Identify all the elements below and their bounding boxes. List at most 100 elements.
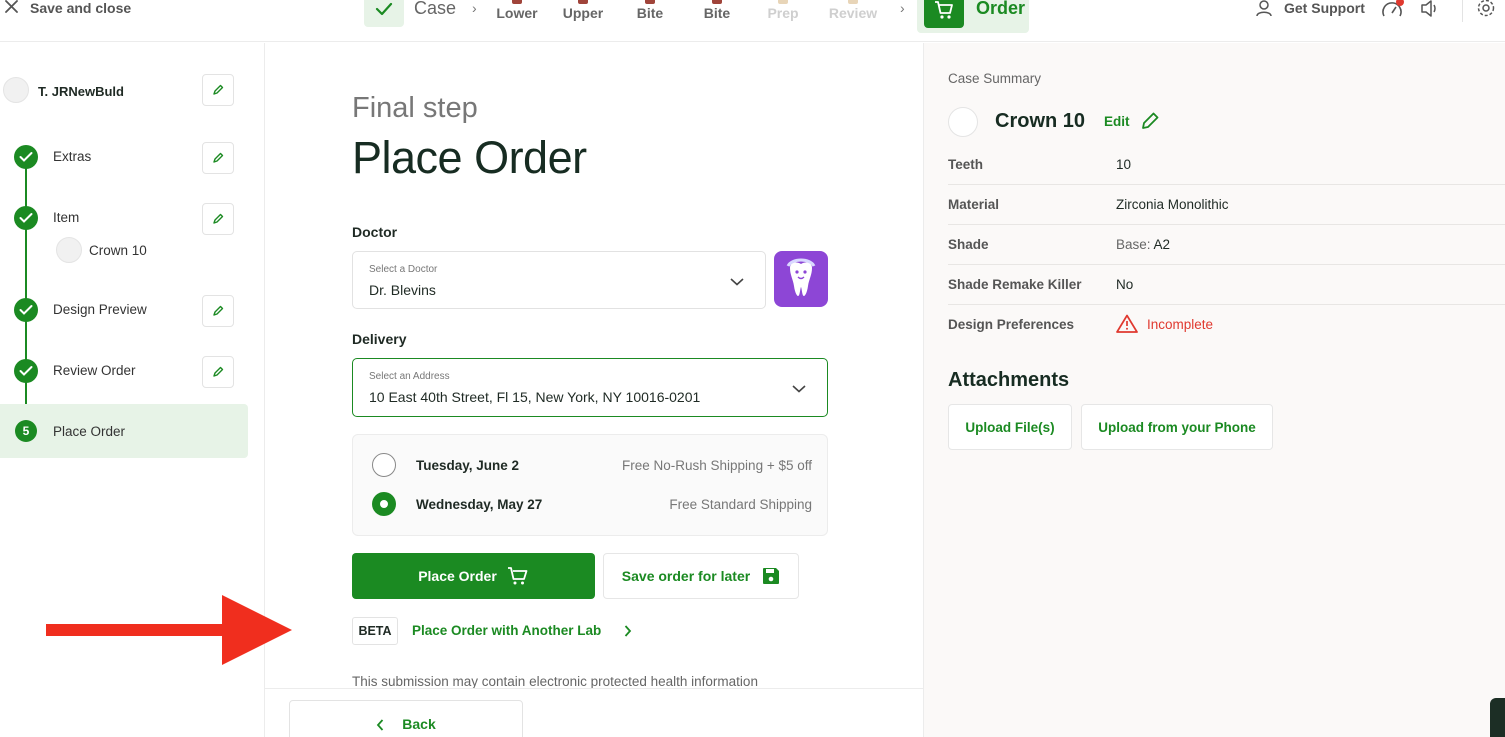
summary-key: Design Preferences xyxy=(948,317,1075,332)
edit-item-button[interactable] xyxy=(202,203,234,235)
edit-design-preview-button[interactable] xyxy=(202,295,234,327)
upload-files-button[interactable]: Upload File(s) xyxy=(948,404,1072,450)
design-preferences-status[interactable]: Incomplete xyxy=(1147,317,1213,332)
address-select-caption: Select an Address xyxy=(369,371,450,382)
case-name: T. JRNewBuld xyxy=(38,84,124,99)
tooth-avatar xyxy=(56,237,82,263)
step-case-label[interactable]: Case xyxy=(414,0,456,19)
summary-row-material: Material Zirconia Monolithic xyxy=(948,185,1505,225)
tooth-icon xyxy=(774,251,828,307)
top-bar xyxy=(0,0,1505,42)
step-prep[interactable]: Prep xyxy=(760,0,806,21)
save-icon xyxy=(763,568,780,584)
step-number-badge: 5 xyxy=(15,420,37,442)
doctor-select-caption: Select a Doctor xyxy=(369,264,438,275)
warning-icon xyxy=(1116,314,1138,333)
attachments-title: Attachments xyxy=(948,369,1070,391)
doctor-select[interactable]: Select a Doctor Dr. Blevins xyxy=(352,251,766,309)
summary-row-shade: Shade Base: A2 xyxy=(948,225,1505,265)
speaker-icon[interactable] xyxy=(1420,0,1440,17)
pencil-icon[interactable] xyxy=(1141,112,1159,130)
sidebar-item-extras[interactable]: Extras xyxy=(53,149,91,164)
shipping-date-1[interactable]: Tuesday, June 2 xyxy=(416,458,519,473)
upload-from-phone-button[interactable]: Upload from your Phone xyxy=(1081,404,1273,450)
summary-key: Shade xyxy=(948,237,989,252)
edit-review-order-button[interactable] xyxy=(202,356,234,388)
step-done-check-icon xyxy=(14,298,38,322)
doctor-label: Doctor xyxy=(352,224,398,240)
shipping-radio-1[interactable] xyxy=(372,453,396,477)
step-bite-1[interactable]: Bite xyxy=(627,0,673,21)
phi-disclaimer: This submission may contain electronic p… xyxy=(352,674,758,689)
sidebar-item-item[interactable]: Item xyxy=(53,210,79,225)
save-for-later-button[interactable]: Save order for later xyxy=(603,553,799,599)
shipping-options xyxy=(352,434,828,536)
address-select[interactable]: Select an Address 10 East 40th Street, F… xyxy=(352,358,828,417)
pre-title: Final step xyxy=(352,92,478,124)
delivery-label: Delivery xyxy=(352,331,407,347)
sidebar-sub-item-crown[interactable]: Crown 10 xyxy=(89,243,147,258)
get-support-link[interactable]: Get Support xyxy=(1284,0,1365,16)
shipping-radio-2[interactable] xyxy=(372,492,396,516)
close-icon[interactable] xyxy=(4,0,20,16)
chevron-left-icon xyxy=(377,719,384,731)
case-summary-heading: Case Summary xyxy=(948,71,1042,86)
toolbar-divider xyxy=(1462,0,1463,22)
step-upper[interactable]: Upper xyxy=(560,0,606,21)
chevron-right-icon[interactable] xyxy=(624,625,632,637)
cart-icon xyxy=(507,567,528,585)
tooth-avatar xyxy=(3,77,29,103)
chevron-down-icon xyxy=(730,278,744,286)
summary-value: Zirconia Monolithic xyxy=(1116,197,1229,212)
save-and-close-link[interactable]: Save and close xyxy=(30,0,131,16)
speedometer-icon[interactable] xyxy=(1381,0,1405,18)
summary-key: Teeth xyxy=(948,157,984,172)
summary-key: Material xyxy=(948,197,1000,212)
summary-edit-link[interactable]: Edit xyxy=(1104,114,1130,129)
step-done-check-icon xyxy=(14,145,38,169)
summary-item-title: Crown 10 xyxy=(995,110,1086,132)
place-order-button[interactable]: Place Order xyxy=(352,553,595,599)
chevron-right-icon: › xyxy=(900,0,905,16)
pencil-icon xyxy=(213,366,224,377)
pencil-icon xyxy=(213,152,224,163)
shipping-date-2[interactable]: Wednesday, May 27 xyxy=(416,497,542,512)
summary-row-design-preferences: Design Preferences Incomplete xyxy=(948,305,1505,345)
shipping-note-2: Free Standard Shipping xyxy=(669,497,812,512)
check-icon xyxy=(375,2,393,18)
progress-line xyxy=(25,158,27,430)
sidebar-item-place-order-label: Place Order xyxy=(53,424,126,439)
step-done-check-icon xyxy=(14,206,38,230)
gear-icon[interactable] xyxy=(1476,0,1496,18)
summary-row-remake-killer: Shade Remake Killer No xyxy=(948,265,1505,305)
step-order-label[interactable]: Order xyxy=(976,0,1025,19)
another-lab-link[interactable]: Place Order with Another Lab xyxy=(412,623,601,638)
tooth-avatar xyxy=(948,107,978,137)
step-bite-2[interactable]: Bite xyxy=(694,0,740,21)
page-title: Place Order xyxy=(352,132,587,183)
chevron-right-icon: › xyxy=(472,0,477,16)
step-done-check-icon xyxy=(14,359,38,383)
address-select-value: 10 East 40th Street, Fl 15, New York, NY… xyxy=(369,389,701,405)
back-button[interactable]: Back xyxy=(289,700,523,737)
back-button-label: Back xyxy=(402,716,436,732)
sidebar-item-design-preview[interactable]: Design Preview xyxy=(53,302,147,317)
step-lower[interactable]: Lower xyxy=(494,0,540,21)
edit-case-button[interactable] xyxy=(202,74,234,106)
edit-extras-button[interactable] xyxy=(202,142,234,174)
pencil-icon xyxy=(213,305,224,316)
save-for-later-label: Save order for later xyxy=(621,568,751,584)
doctor-select-value: Dr. Blevins xyxy=(369,282,436,298)
chat-widget-edge[interactable] xyxy=(1490,698,1505,737)
sidebar-item-review-order[interactable]: Review Order xyxy=(53,363,136,378)
chevron-down-icon xyxy=(792,385,806,393)
annotation-arrow xyxy=(44,592,294,668)
cart-icon xyxy=(924,0,964,28)
summary-value: No xyxy=(1116,277,1134,292)
step-case-check[interactable] xyxy=(364,0,404,27)
shipping-note-1: Free No-Rush Shipping + $5 off xyxy=(622,458,812,473)
user-icon xyxy=(1255,0,1273,17)
summary-value: Base: A2 xyxy=(1116,237,1171,252)
beta-badge: BETA xyxy=(352,617,398,645)
step-review[interactable]: Review xyxy=(824,0,882,21)
